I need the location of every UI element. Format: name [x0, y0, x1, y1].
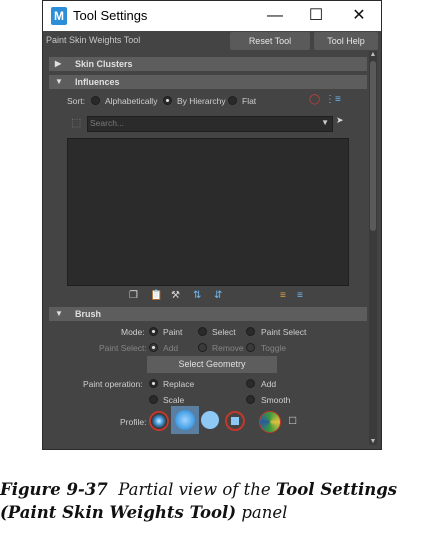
mode-label: Mode:: [121, 327, 145, 337]
section-brush[interactable]: ▼ Brush: [49, 307, 367, 321]
show-influences-icon[interactable]: ⇵: [214, 290, 222, 301]
square-shape: [231, 417, 239, 425]
square-brush-profile-icon[interactable]: [225, 411, 245, 431]
tool-settings-window: M Tool Settings — ☐ ✕ Paint Skin Weights…: [42, 0, 382, 450]
paint-op-option-label: Replace: [163, 379, 195, 389]
figure-caption: Figure 9-37 Partial view of the Tool Set…: [0, 478, 431, 524]
section-influences[interactable]: ▼ Influences: [49, 75, 367, 89]
paint-operation-label: Paint operation:: [83, 379, 143, 389]
close-button[interactable]: ✕: [341, 4, 377, 28]
tool-header: Paint Skin Weights Tool Reset Tool Tool …: [43, 31, 381, 51]
filter-icon[interactable]: ⬚: [71, 116, 81, 129]
figure-number: Figure 9-37: [0, 480, 108, 499]
expanded-arrow-icon: ▼: [55, 309, 63, 318]
sort-by-hierarchy-radio[interactable]: [163, 96, 172, 105]
maya-app-icon: M: [51, 7, 67, 25]
soft-brush-profile-icon[interactable]: [175, 410, 195, 430]
collapsed-arrow-icon: ▶: [55, 59, 62, 68]
mode-paint-radio[interactable]: [149, 327, 158, 336]
sort-flat-radio[interactable]: [228, 96, 237, 105]
sort-alphabetically-radio[interactable]: [91, 96, 100, 105]
tool-help-button[interactable]: Tool Help: [314, 32, 378, 50]
paint-select-option-label: Toggle: [261, 343, 287, 353]
caption-bold: (Paint Skin Weights Tool): [0, 503, 237, 522]
section-label: Brush: [75, 309, 102, 319]
paste-weights-icon[interactable]: 📋: [150, 290, 162, 301]
paint-select-add-radio[interactable]: [149, 343, 158, 352]
mode-select-radio[interactable]: [198, 327, 207, 336]
caption-bold: Tool Settings: [275, 480, 398, 499]
lock-list-icon[interactable]: ≡: [280, 290, 286, 301]
section-skin-clusters[interactable]: ▶ Skin Clusters: [49, 57, 367, 71]
panel-scrollbar[interactable]: ▲ ▼: [369, 51, 377, 445]
solid-brush-profile-icon[interactable]: [201, 411, 219, 429]
paint-op-scale-radio[interactable]: [149, 395, 158, 404]
paint-select-option-label: Remove: [212, 343, 244, 353]
copy-weights-icon[interactable]: ❐: [129, 290, 138, 301]
sort-option-label: Alphabetically: [105, 96, 158, 106]
sort-option-label: By Hierarchy: [177, 96, 226, 106]
caption-text: panel: [241, 503, 288, 522]
profile-label: Profile:: [120, 417, 147, 427]
expanded-arrow-icon: ▼: [55, 77, 63, 86]
unlock-list-icon[interactable]: ≡: [297, 290, 303, 301]
tool-name: Paint Skin Weights Tool: [46, 35, 141, 45]
mode-paint-select-radio[interactable]: [246, 327, 255, 336]
maximize-button[interactable]: ☐: [298, 4, 334, 28]
caption-text: Partial view of the: [118, 480, 271, 499]
title-bar: M Tool Settings — ☐ ✕: [43, 1, 381, 32]
reset-tool-button[interactable]: Reset Tool: [230, 32, 310, 50]
select-geometry-button[interactable]: Select Geometry: [147, 356, 277, 373]
move-weights-icon[interactable]: ⇅: [193, 290, 201, 301]
paint-op-option-label: Add: [261, 379, 277, 389]
paint-select-remove-radio[interactable]: [198, 343, 207, 352]
gaussian-brush-profile-icon[interactable]: [149, 411, 169, 431]
paint-select-toggle-radio[interactable]: [246, 343, 255, 352]
dropdown-arrow-icon[interactable]: ▼: [321, 118, 329, 127]
influence-list[interactable]: [67, 138, 349, 286]
paint-op-option-label: Smooth: [261, 395, 291, 405]
display-options-icon[interactable]: ◯: [309, 94, 320, 105]
scrollbar-thumb[interactable]: [370, 61, 376, 231]
scroll-down-arrow-icon[interactable]: ▼: [369, 438, 377, 445]
window-title: Tool Settings: [73, 8, 148, 23]
mode-option-label: Select: [212, 327, 236, 337]
section-label: Influences: [75, 77, 120, 87]
scroll-up-arrow-icon[interactable]: ▲: [369, 51, 377, 58]
sort-option-label: Flat: [242, 96, 257, 106]
paint-op-smooth-radio[interactable]: [246, 395, 255, 404]
image-brush-profile-icon[interactable]: [259, 411, 281, 433]
list-view-icon[interactable]: ⋮≡: [325, 94, 341, 105]
paint-select-option-label: Add: [163, 343, 179, 353]
folder-icon[interactable]: □: [289, 413, 296, 427]
influence-search-field[interactable]: Search... ▼: [87, 116, 333, 132]
mode-option-label: Paint: [163, 327, 183, 337]
paint-op-add-radio[interactable]: [246, 379, 255, 388]
paint-op-option-label: Scale: [163, 395, 185, 405]
pin-icon[interactable]: ➤: [336, 115, 344, 126]
section-label: Skin Clusters: [75, 59, 133, 69]
paint-select-label: Paint Select:: [99, 343, 147, 353]
paint-op-replace-radio[interactable]: [149, 379, 158, 388]
weight-hammer-icon[interactable]: ⚒: [171, 290, 180, 301]
sort-label: Sort:: [67, 96, 85, 106]
minimize-button[interactable]: —: [257, 4, 293, 28]
search-placeholder: Search...: [90, 118, 125, 128]
mode-option-label: Paint Select: [261, 327, 307, 337]
